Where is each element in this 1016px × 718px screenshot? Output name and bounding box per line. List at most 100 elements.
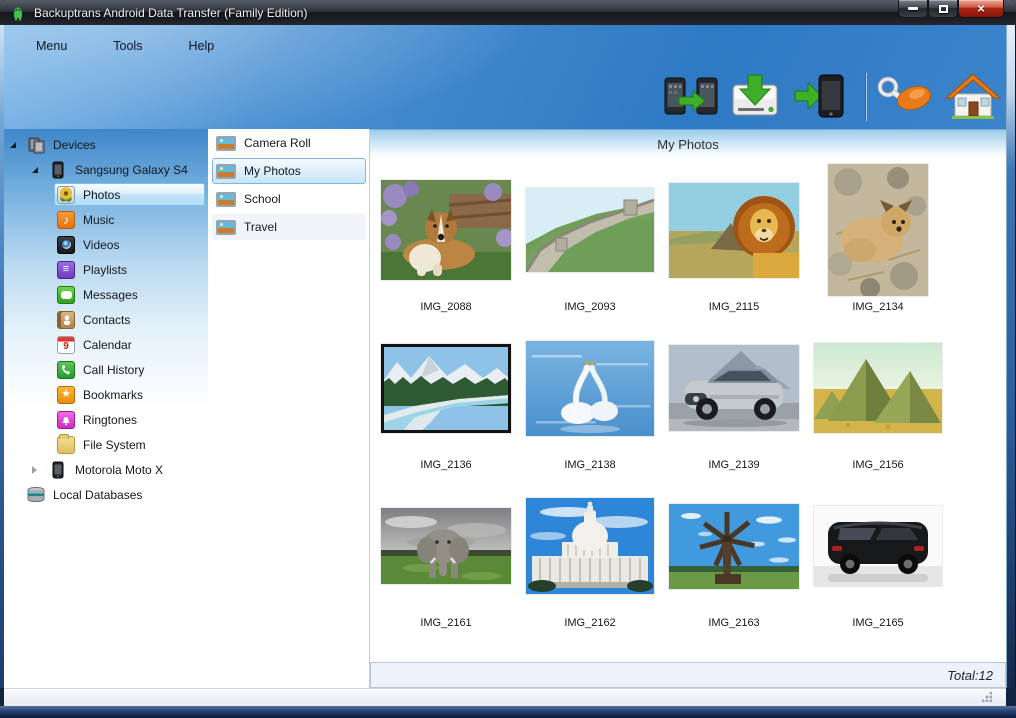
photo-label[interactable]: IMG_2093 [518, 301, 662, 317]
home-icon [944, 73, 1002, 119]
photo-thumbnail-capitol[interactable] [526, 498, 654, 594]
client-area: Menu Tools Help Devices Sangsung Galaxy … [4, 25, 1006, 688]
photo-thumbnail-silver-car[interactable] [669, 345, 799, 431]
photo-thumbnail-great-wall[interactable] [526, 188, 654, 272]
calendar-day-number: 9 [63, 341, 69, 352]
expanded-arrow-icon[interactable] [32, 166, 46, 173]
menu-item-help[interactable]: Help [182, 35, 220, 57]
videos-icon [57, 235, 75, 254]
sidebar-item-contacts[interactable]: Contacts [4, 307, 208, 332]
sidebar-item-photos[interactable]: Photos [4, 182, 208, 207]
menu-item-menu[interactable]: Menu [30, 35, 73, 57]
sidebar-item-file-system[interactable]: File System [4, 432, 208, 457]
photo-thumbnail-lion[interactable] [669, 182, 799, 278]
photo-label[interactable]: IMG_2088 [374, 301, 518, 317]
photo-label[interactable]: IMG_2156 [806, 459, 950, 475]
photo-thumbnail-black-car[interactable] [814, 506, 942, 586]
photo-thumbnail-mountain-river[interactable] [381, 343, 511, 433]
toolbar-separator [866, 73, 867, 121]
sidebar-item-playlists[interactable]: ≡ Playlists [4, 257, 208, 282]
photo-item: IMG_2088 [374, 159, 518, 317]
photo-thumbnail-swans[interactable] [526, 340, 654, 436]
messages-icon [57, 285, 75, 304]
sidebar-item-messages[interactable]: Messages [4, 282, 208, 307]
title-bar[interactable]: Backuptrans Android Data Transfer (Famil… [0, 0, 1016, 25]
photo-thumbnail-windmill[interactable] [669, 503, 799, 589]
register-key-button[interactable] [876, 71, 934, 121]
app-window: Backuptrans Android Data Transfer (Famil… [0, 0, 1016, 718]
window-title: Backuptrans Android Data Transfer (Famil… [34, 5, 308, 20]
contacts-icon [57, 310, 75, 329]
photo-label[interactable]: IMG_2138 [518, 459, 662, 475]
window-border-left [0, 25, 4, 688]
home-button[interactable] [944, 71, 1002, 121]
photo-label[interactable]: IMG_2134 [806, 301, 950, 317]
devices-icon [27, 136, 45, 154]
album-item-travel[interactable]: Travel [208, 213, 369, 241]
backup-to-computer-button[interactable] [726, 71, 784, 121]
window-border-right [1006, 25, 1016, 688]
total-count: Total:12 [947, 667, 993, 683]
photo-label[interactable]: IMG_2162 [518, 617, 662, 633]
album-item-camera-roll[interactable]: Camera Roll [208, 129, 369, 157]
resize-grip[interactable] [982, 692, 992, 702]
sidebar-item-bookmarks[interactable]: ★ Bookmarks [4, 382, 208, 407]
photo-label[interactable]: IMG_2161 [374, 617, 518, 633]
file-system-icon [57, 433, 75, 454]
sidebar-item-calendar[interactable]: 9 Calendar [4, 332, 208, 357]
sidebar-item-label: Music [83, 212, 115, 227]
album-label: Camera Roll [244, 136, 311, 150]
photo-label[interactable]: IMG_2136 [374, 459, 518, 475]
maximize-button[interactable] [928, 0, 958, 18]
restore-to-device-button[interactable] [790, 71, 848, 121]
sidebar-item-label: Videos [83, 237, 120, 252]
photo-thumbnail-collie-dog[interactable] [381, 180, 511, 280]
sidebar-item-videos[interactable]: Videos [4, 232, 208, 257]
sidebar-item-ringtones[interactable]: Ringtones [4, 407, 208, 432]
collapsed-arrow-icon[interactable] [32, 465, 46, 474]
database-icon [27, 486, 45, 504]
sidebar-item-label: Calendar [83, 337, 132, 352]
call-history-icon [57, 360, 75, 379]
sidebar-item-label: Contacts [83, 312, 131, 327]
sidebar-item-label: Call History [83, 362, 145, 377]
menu-item-tools[interactable]: Tools [107, 35, 148, 57]
photo-label[interactable]: IMG_2165 [806, 617, 950, 633]
album-title: My Photos [657, 137, 719, 152]
transfer-between-devices-button[interactable] [662, 71, 720, 121]
photo-label[interactable]: IMG_2139 [662, 459, 806, 475]
album-label: My Photos [244, 164, 301, 178]
register-key-icon [877, 76, 932, 111]
sidebar-item-sangsung-galaxy-s4[interactable]: Sangsung Galaxy S4 [4, 157, 208, 182]
android-app-icon [14, 7, 22, 20]
photo-label[interactable]: IMG_2163 [662, 617, 806, 633]
sidebar-item-label: Playlists [83, 262, 128, 277]
photo-item: IMG_2136 [374, 317, 518, 475]
sidebar-item-local-databases[interactable]: Local Databases [4, 482, 208, 507]
photo-item: IMG_2115 [662, 159, 806, 317]
maximize-icon [938, 4, 948, 13]
album-item-my-photos[interactable]: My Photos [208, 157, 369, 185]
phone-icon [49, 161, 67, 179]
minimize-button[interactable] [898, 0, 928, 18]
sidebar-item-music[interactable]: ♪ Music [4, 207, 208, 232]
close-button[interactable]: × [958, 0, 1004, 18]
photo-item: IMG_2163 [662, 475, 806, 633]
photo-item: IMG_2162 [518, 475, 662, 633]
sidebar-item-label: Motorola Moto X [75, 462, 164, 477]
photo-label[interactable]: IMG_2115 [662, 301, 806, 317]
sidebar-item-devices[interactable]: Devices [4, 132, 208, 157]
sidebar-item-motorola-moto-x[interactable]: Motorola Moto X [4, 457, 208, 482]
toolbar [4, 71, 1006, 125]
expanded-arrow-icon[interactable] [10, 141, 24, 148]
album-item-school[interactable]: School [208, 185, 369, 213]
window-border-bottom [0, 706, 1016, 718]
album-icon [216, 163, 236, 179]
sidebar-item-label: Local Databases [53, 487, 143, 502]
photo-thumbnail-pyramids[interactable] [814, 343, 942, 433]
photo-item: IMG_2139 [662, 317, 806, 475]
photo-thumbnail-elephant[interactable] [381, 508, 511, 584]
photo-thumbnail-puppy[interactable] [828, 164, 928, 296]
sidebar-item-call-history[interactable]: Call History [4, 357, 208, 382]
album-label: Travel [244, 220, 277, 234]
